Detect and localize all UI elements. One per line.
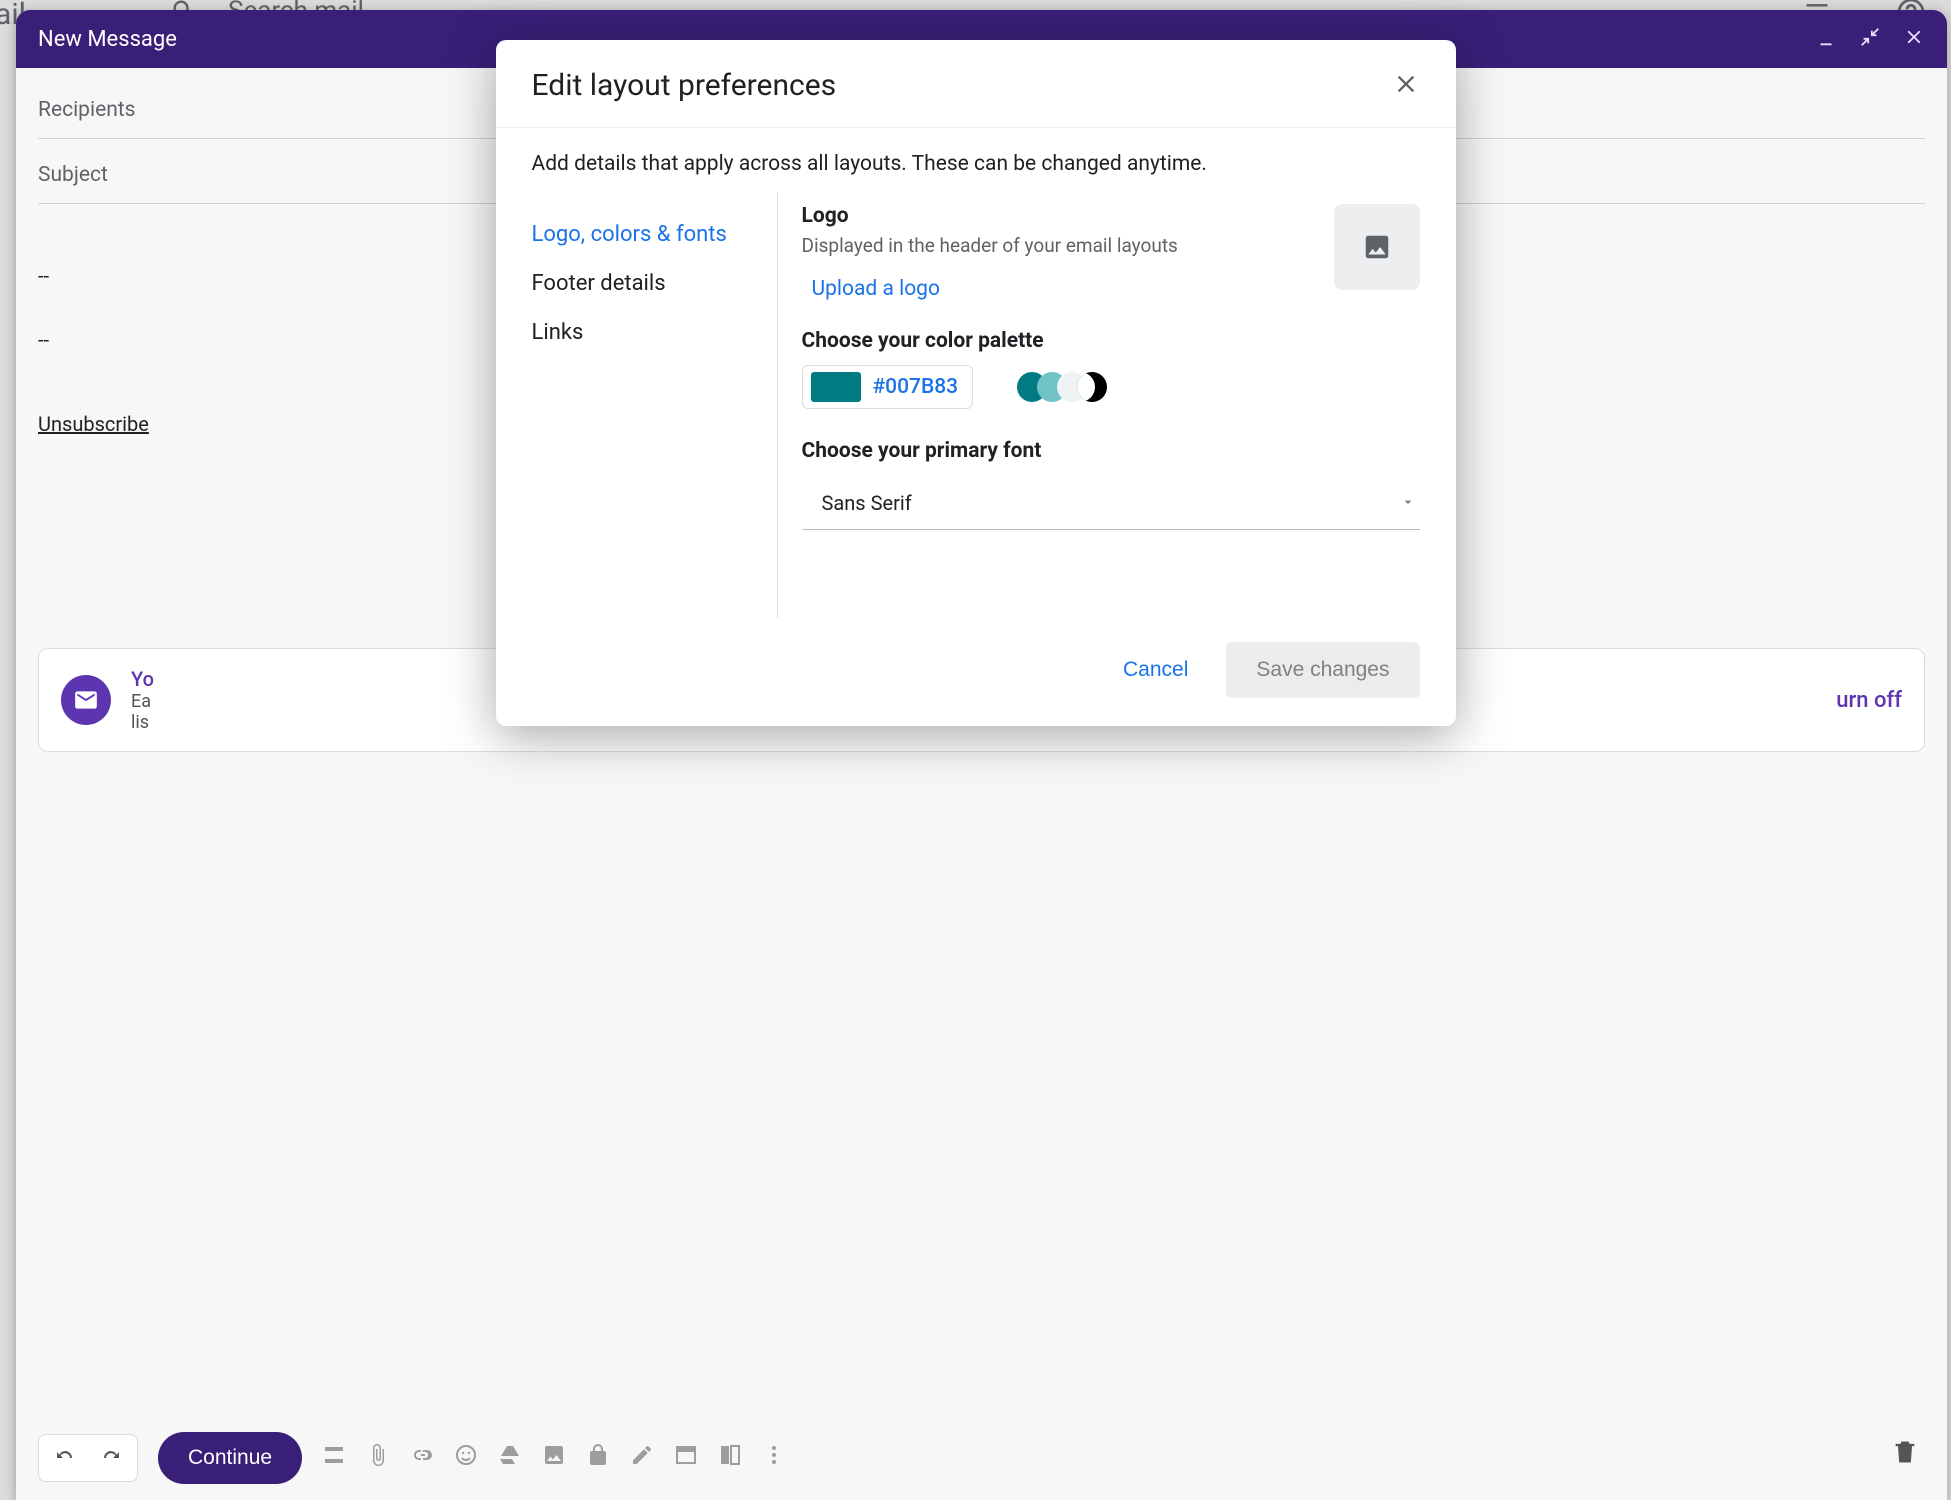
cancel-button[interactable]: Cancel bbox=[1113, 644, 1198, 696]
color-hex-value: #007B83 bbox=[873, 375, 959, 399]
dialog-title: Edit layout preferences bbox=[532, 68, 837, 103]
tab-links[interactable]: Links bbox=[532, 308, 777, 357]
palette-heading: Choose your color palette bbox=[802, 329, 1420, 353]
dialog-subtitle: Add details that apply across all layout… bbox=[496, 128, 1456, 184]
chevron-down-icon bbox=[1400, 491, 1416, 515]
logo-placeholder[interactable] bbox=[1334, 204, 1420, 290]
palette-preview bbox=[1017, 372, 1107, 402]
upload-logo-link[interactable]: Upload a logo bbox=[802, 277, 1314, 301]
color-swatch bbox=[811, 372, 861, 402]
dialog-overlay: Edit layout preferences Add details that… bbox=[0, 0, 1951, 1500]
palette-dark bbox=[1077, 372, 1107, 402]
font-dropdown[interactable]: Sans Serif bbox=[802, 479, 1420, 530]
save-changes-button[interactable]: Save changes bbox=[1226, 642, 1419, 698]
logo-description: Displayed in the header of your email la… bbox=[802, 234, 1314, 257]
logo-heading: Logo bbox=[802, 204, 1314, 228]
color-picker[interactable]: #007B83 bbox=[802, 365, 974, 409]
layout-preferences-dialog: Edit layout preferences Add details that… bbox=[496, 40, 1456, 726]
image-icon bbox=[1362, 232, 1392, 262]
dialog-tabs: Logo, colors & fonts Footer details Link… bbox=[532, 192, 778, 618]
font-heading: Choose your primary font bbox=[802, 439, 1420, 463]
font-selected-value: Sans Serif bbox=[822, 491, 912, 515]
tab-footer-details[interactable]: Footer details bbox=[532, 259, 777, 308]
tab-logo-colors-fonts[interactable]: Logo, colors & fonts bbox=[532, 210, 777, 259]
close-icon[interactable] bbox=[1392, 70, 1420, 102]
